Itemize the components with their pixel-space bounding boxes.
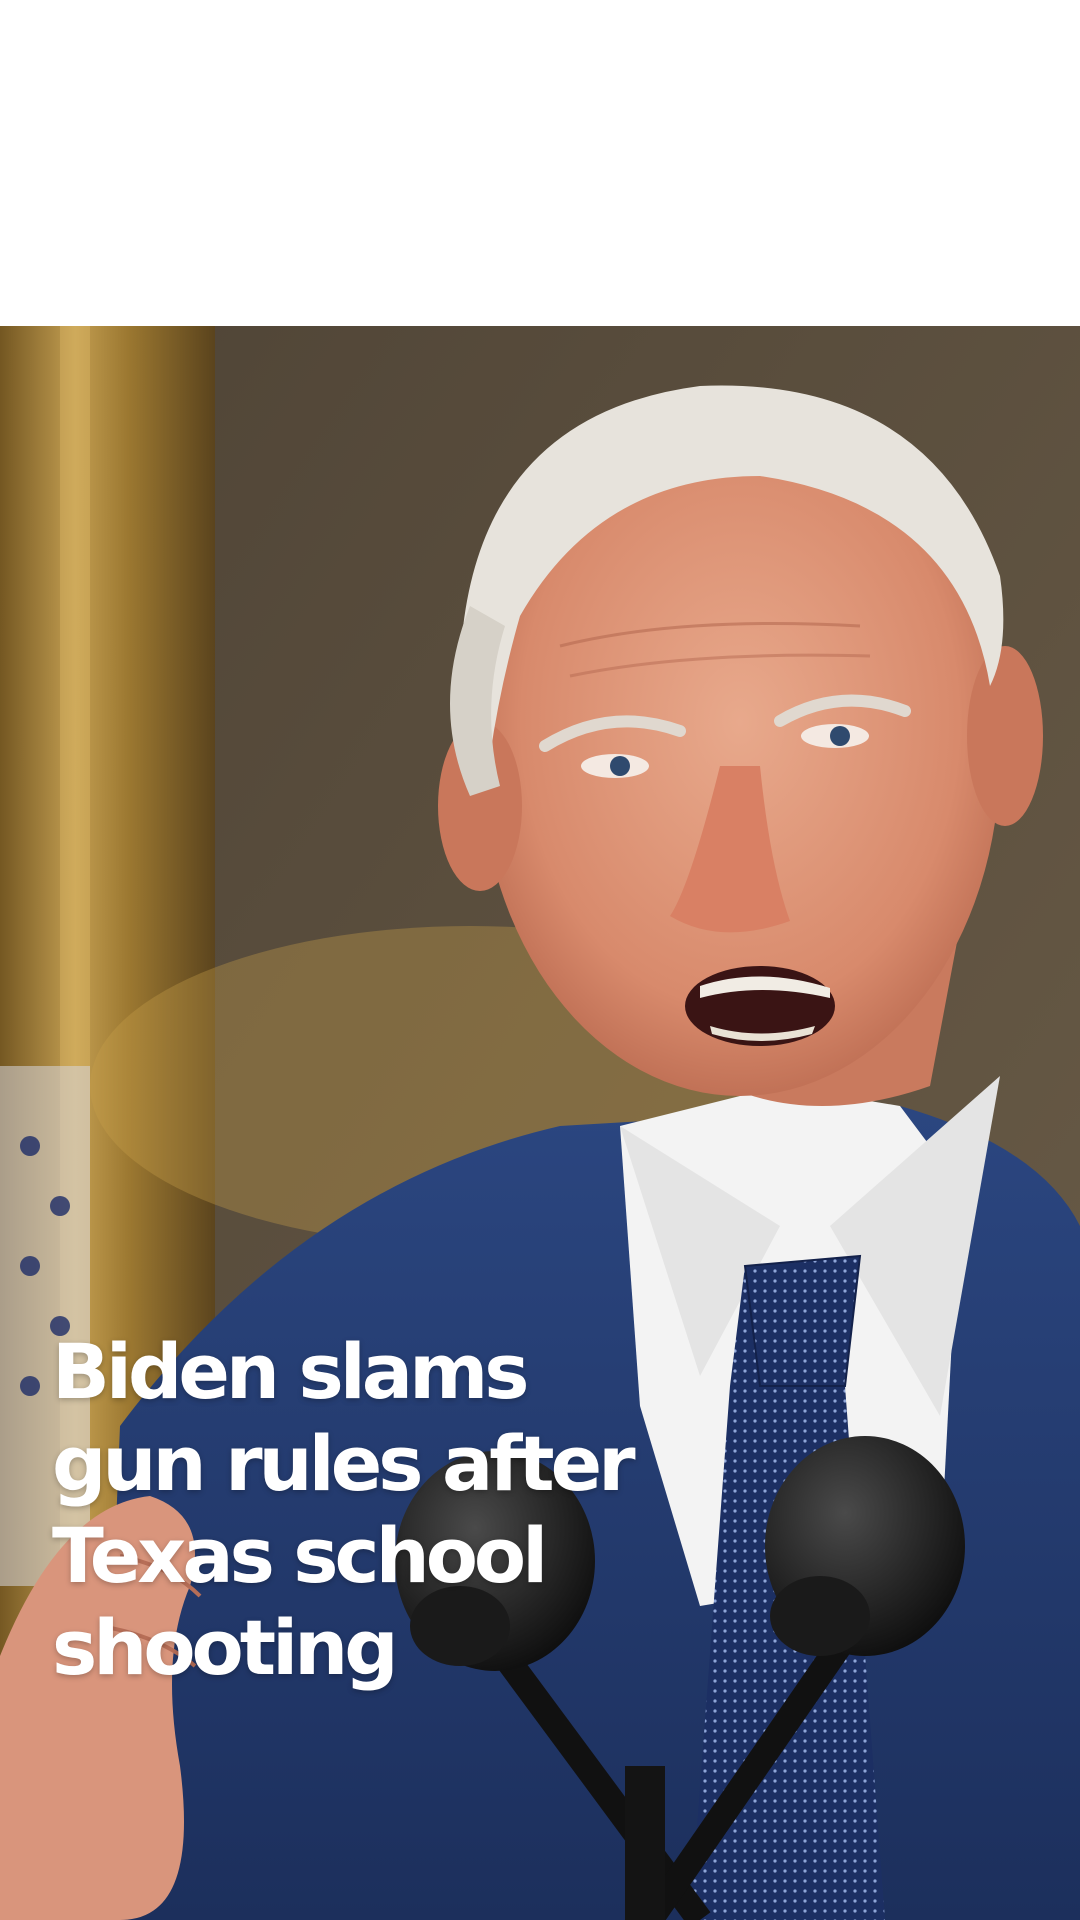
story-photo[interactable]: Biden slams gun rules after Texas school… (0, 326, 1080, 1920)
story-page: Biden slams gun rules after Texas school… (0, 0, 1080, 1920)
top-whitespace (0, 0, 1080, 326)
headline: Biden slams gun rules after Texas school… (52, 1327, 636, 1692)
